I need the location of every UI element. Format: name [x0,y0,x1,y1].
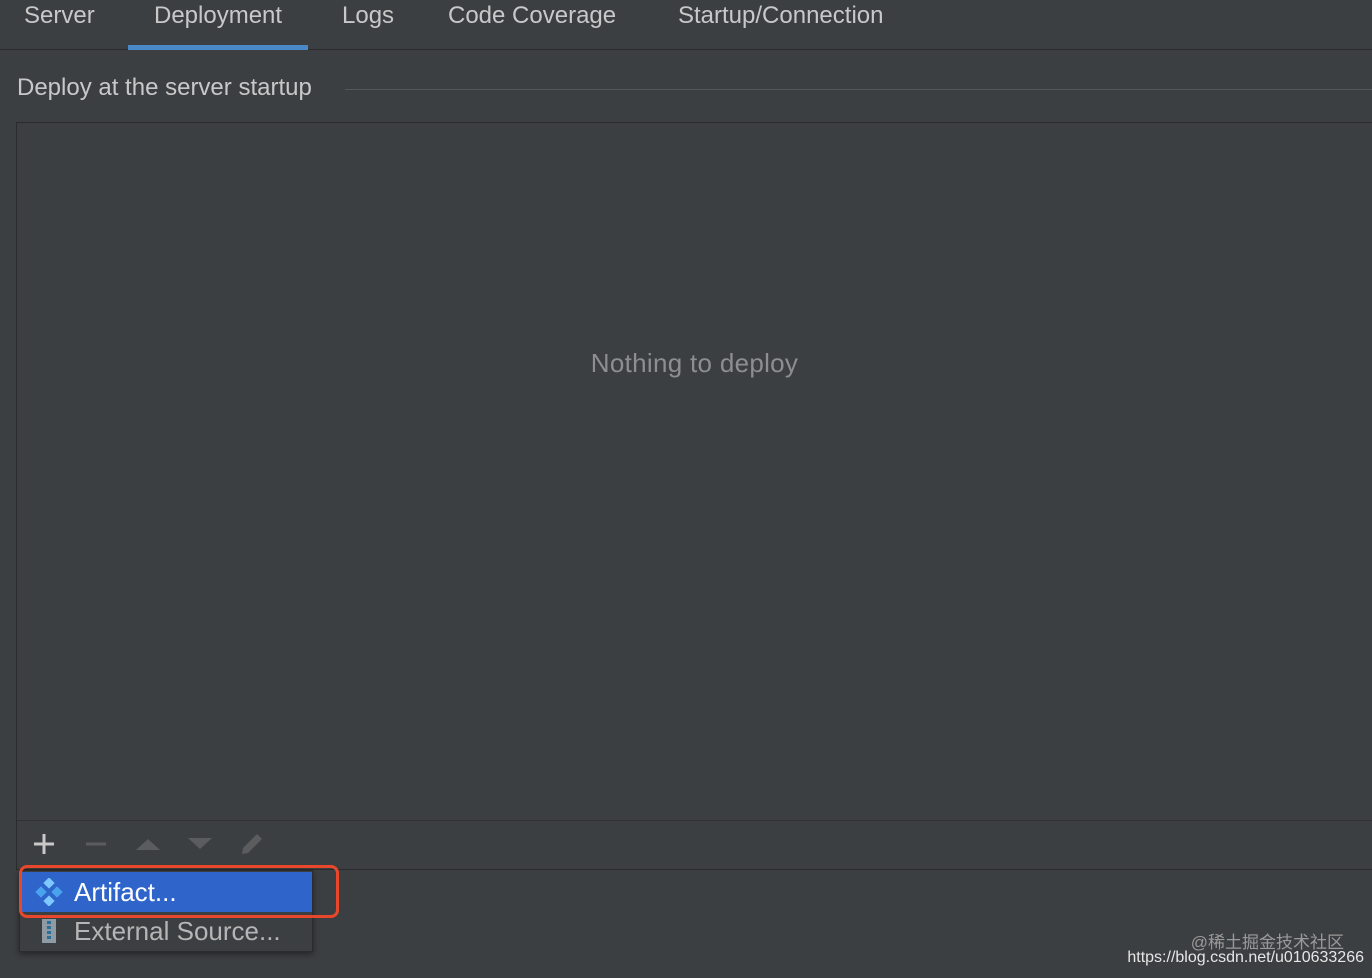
tab-deployment[interactable]: Deployment [127,0,309,50]
tab-server[interactable]: Server [24,0,95,49]
tab-bar: Server Deployment Logs Code Coverage Sta… [0,0,1372,50]
menu-item-label: External Source... [74,915,281,946]
move-down-icon[interactable] [185,829,215,859]
empty-state-text: Nothing to deploy [590,348,799,378]
edit-icon[interactable] [237,829,267,859]
list-toolbar [17,820,1372,869]
deployment-list[interactable]: Nothing to deploy [16,122,1372,870]
remove-icon[interactable] [81,829,111,859]
move-up-icon[interactable] [133,829,163,859]
add-icon[interactable] [29,829,59,859]
tab-startup-connection[interactable]: Startup/Connection [678,0,883,49]
tab-logs[interactable]: Logs [342,0,394,49]
archive-icon [34,916,64,946]
watermark-url: https://blog.csdn.net/u010633266 [1127,949,1364,966]
tab-code-coverage[interactable]: Code Coverage [448,0,616,49]
annotation-highlight-box [19,865,339,918]
section-divider [345,89,1372,90]
section-title: Deploy at the server startup [17,74,312,101]
